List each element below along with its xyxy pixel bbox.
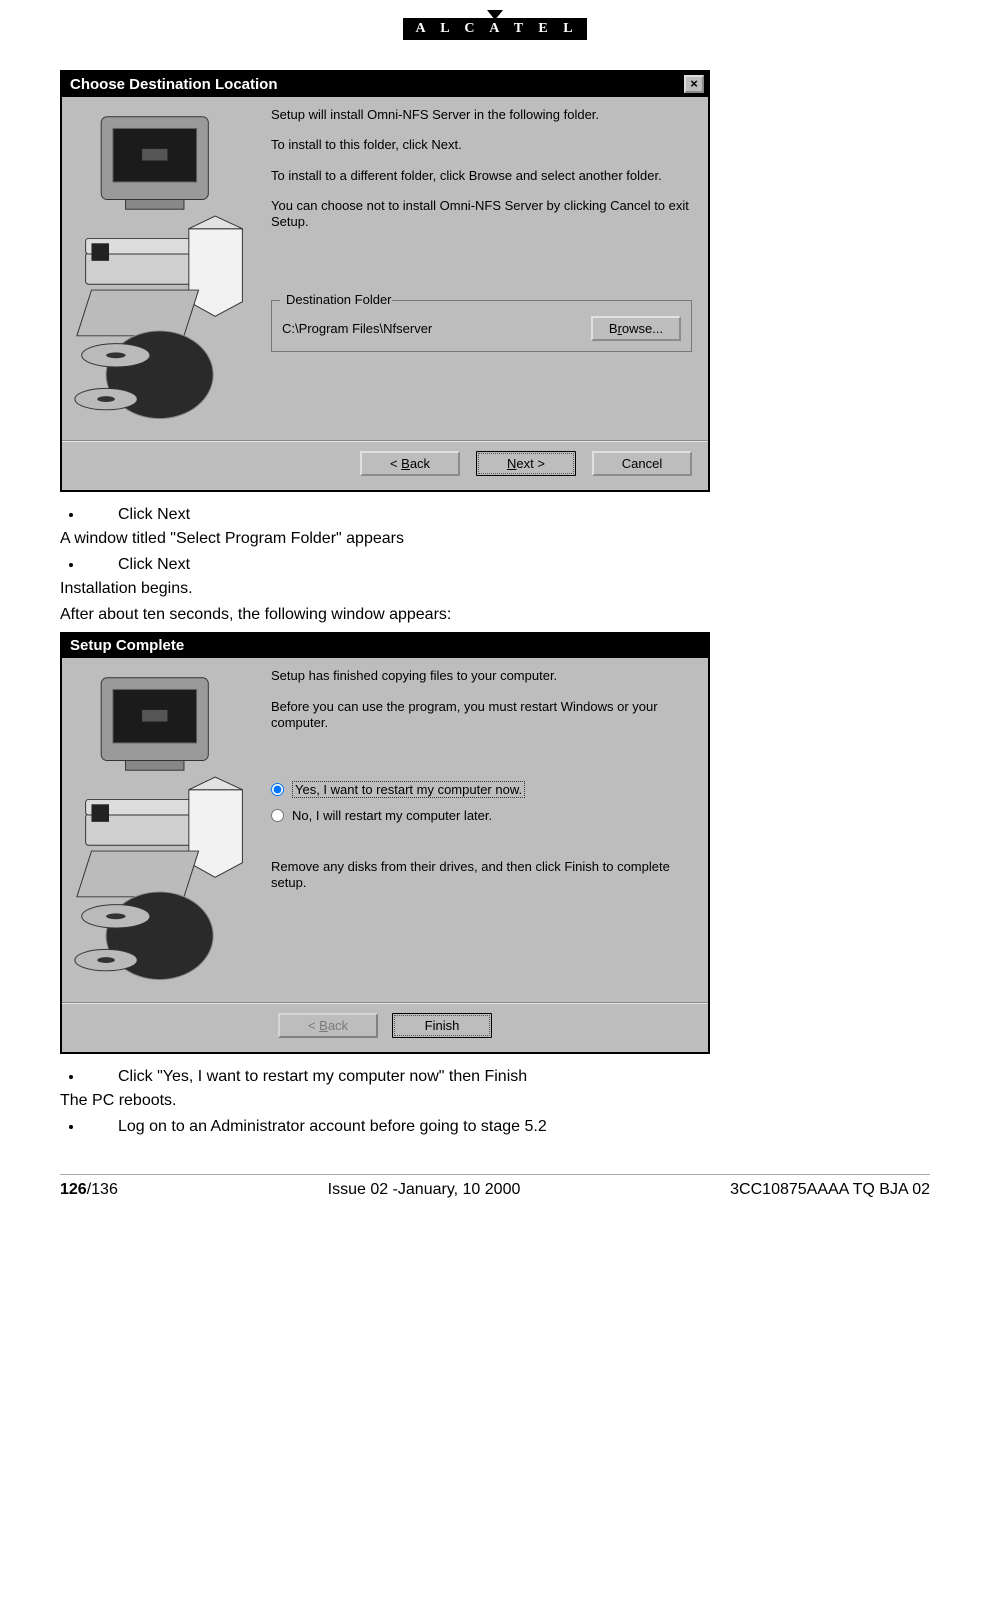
destination-folder-legend: Destination Folder [282, 292, 396, 307]
radio-restart-now[interactable] [271, 783, 284, 796]
dialog1-para4: You can choose not to install Omni-NFS S… [271, 198, 692, 231]
next-button[interactable]: Next > [476, 451, 576, 476]
instruction-install-begins: Installation begins. [60, 580, 930, 598]
instruction-click-yes-finish: Click "Yes, I want to restart my compute… [84, 1068, 930, 1086]
back-button-disabled: < Back [278, 1013, 378, 1038]
dialog2-titlebar: Setup Complete [62, 634, 708, 658]
dialog-setup-complete: Setup Complete [60, 632, 710, 1053]
destination-path: C:\Program Files\Nfserver [282, 321, 432, 336]
dialog1-para3: To install to a different folder, click … [271, 168, 692, 184]
instruction-logon-admin: Log on to an Administrator account befor… [84, 1118, 930, 1136]
dialog2-para3: Remove any disks from their drives, and … [271, 859, 692, 892]
brand-logo: A L C A T E L [60, 10, 930, 40]
radio-restart-now-label: Yes, I want to restart my computer now. [292, 781, 525, 798]
dialog1-title: Choose Destination Location [70, 76, 278, 93]
dialog1-para2: To install to this folder, click Next. [271, 137, 692, 153]
instruction-click-next-2: Click Next [84, 556, 930, 574]
instruction-click-next-1: Click Next [84, 506, 930, 524]
installer-illustration-2 [72, 668, 257, 989]
dialog2-title: Setup Complete [70, 637, 184, 654]
instruction-pc-reboots: The PC reboots. [60, 1092, 930, 1110]
instruction-select-program-folder: A window titled "Select Program Folder" … [60, 530, 930, 548]
finish-button[interactable]: Finish [392, 1013, 492, 1038]
instruction-following-window: After about ten seconds, the following w… [60, 606, 930, 624]
footer-issue: Issue 02 -January, 10 2000 [328, 1181, 521, 1199]
footer-docref: 3CC10875AAAA TQ BJA 02 [730, 1181, 930, 1199]
radio-restart-later[interactable] [271, 809, 284, 822]
cancel-button[interactable]: Cancel [592, 451, 692, 476]
page-footer: 126/136 Issue 02 -January, 10 2000 3CC10… [60, 1174, 930, 1199]
dialog2-para1: Setup has finished copying files to your… [271, 668, 692, 684]
dialog2-para2: Before you can use the program, you must… [271, 699, 692, 732]
browse-button[interactable]: Browse... [591, 316, 681, 341]
dialog1-para1: Setup will install Omni-NFS Server in th… [271, 107, 692, 123]
installer-illustration [72, 107, 257, 428]
close-icon[interactable]: × [684, 75, 704, 93]
footer-page-number: 126/136 [60, 1181, 118, 1199]
back-button[interactable]: < Back [360, 451, 460, 476]
destination-folder-group: Destination Folder C:\Program Files\Nfse… [271, 300, 692, 352]
dialog-choose-destination: Choose Destination Location × [60, 70, 710, 492]
dialog1-titlebar: Choose Destination Location × [62, 72, 708, 97]
radio-restart-later-label: No, I will restart my computer later. [292, 808, 492, 823]
